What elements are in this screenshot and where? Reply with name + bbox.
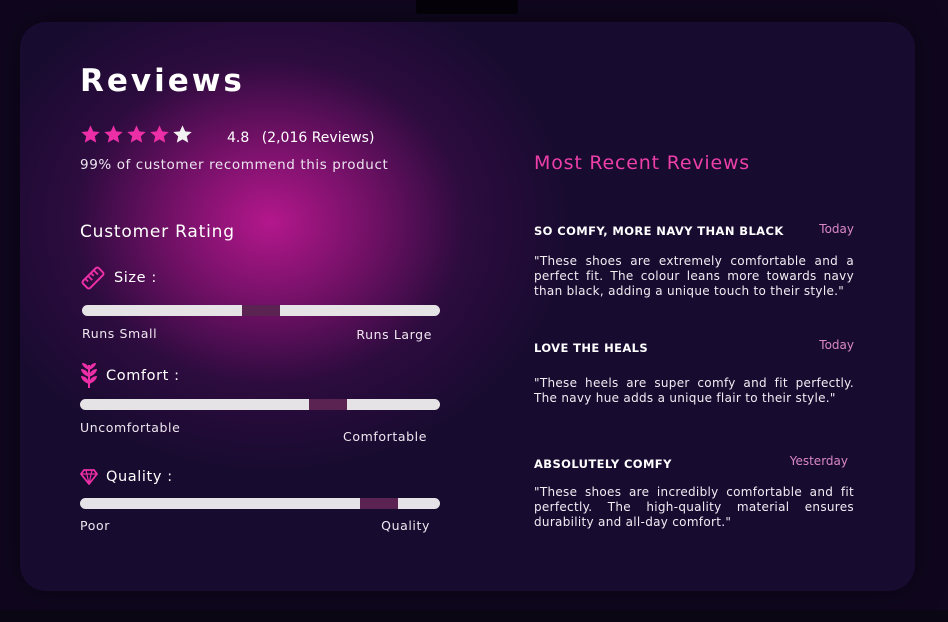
review-item: SO COMFY, MORE NAVY THAN BLACK Today "Th…	[534, 222, 854, 299]
comfort-slider	[80, 399, 440, 410]
size-left-label: Runs Small	[82, 326, 158, 341]
recent-reviews-title: Most Recent Reviews	[534, 152, 750, 174]
leaf-icon	[81, 363, 97, 388]
size-right-label: Runs Large	[356, 327, 432, 342]
review-body: "These heels are super comfy and fit per…	[534, 376, 854, 405]
reviews-title: Reviews	[80, 63, 245, 99]
bottom-strip	[0, 610, 948, 622]
comfort-marker	[309, 399, 348, 410]
star-icon	[150, 125, 169, 143]
star-rating	[80, 124, 193, 145]
star-icon	[81, 125, 100, 143]
quality-slider	[80, 498, 440, 509]
ruler-icon	[81, 266, 105, 290]
review-date: Yesterday	[789, 454, 848, 468]
star-icon	[104, 125, 123, 143]
star-empty-icon	[173, 125, 192, 143]
quality-label: Quality :	[106, 469, 173, 485]
review-item: ABSOLUTELY COMFY Yesterday "These shoes …	[534, 454, 854, 530]
comfort-left-label: Uncomfortable	[80, 420, 181, 435]
quality-left-label: Poor	[80, 518, 110, 533]
rating-value: 4.8	[227, 130, 250, 146]
review-date: Today	[819, 222, 854, 236]
review-count[interactable]: (2,016 Reviews)	[262, 130, 375, 146]
review-date: Today	[819, 338, 854, 352]
customer-rating-title: Customer Rating	[80, 222, 235, 242]
star-icon	[127, 125, 146, 143]
size-label: Size :	[114, 270, 157, 286]
comfort-right-label: Comfortable	[343, 429, 427, 444]
review-item: LOVE THE HEALS Today "These heels are su…	[534, 338, 854, 406]
diamond-icon	[80, 469, 98, 485]
review-body: "These shoes are extremely comfortable a…	[534, 254, 854, 298]
review-title: LOVE THE HEALS	[534, 341, 649, 355]
quality-right-label: Quality	[381, 518, 430, 533]
review-body: "These shoes are incredibly comfortable …	[534, 485, 854, 529]
comfort-metric-label: Comfort :	[80, 362, 180, 390]
quality-metric-label: Quality :	[80, 468, 173, 486]
recommend-text: 99% of customer recommend this product	[80, 157, 389, 173]
size-slider	[82, 305, 440, 316]
top-tab[interactable]	[416, 0, 518, 14]
review-title: SO COMFY, MORE NAVY THAN BLACK	[534, 224, 784, 238]
reviews-card: Reviews 4.8 (2,016 Reviews) 99% of custo…	[20, 22, 915, 591]
size-marker	[242, 305, 280, 316]
comfort-label: Comfort :	[106, 368, 180, 384]
review-title: ABSOLUTELY COMFY	[534, 457, 672, 471]
quality-marker	[359, 498, 398, 509]
size-metric-label: Size :	[80, 265, 157, 291]
rating-summary: 4.8 (2,016 Reviews)	[227, 130, 374, 146]
